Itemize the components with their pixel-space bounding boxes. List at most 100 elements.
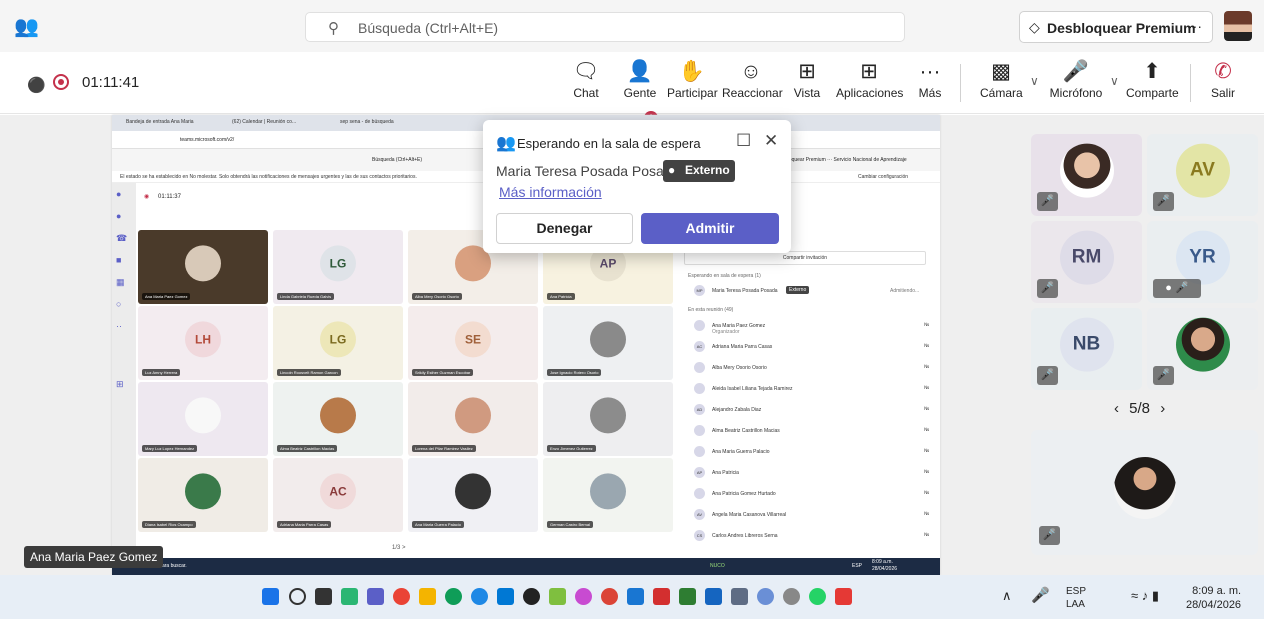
raise-hand-button[interactable]: ✋ Participar <box>667 58 718 100</box>
activity-icon: ● <box>116 189 122 199</box>
app-icon[interactable] <box>549 588 566 605</box>
next-page-icon[interactable]: › <box>1160 400 1165 417</box>
gallery-pager[interactable]: ‹ 5/8 › <box>1114 400 1165 417</box>
microphone-icon[interactable]: 🎤 <box>1031 586 1050 604</box>
shared-participant-tile: Diana Isabel Rios Ocampo <box>138 458 268 532</box>
notification-settings-icon[interactable]: ☐ <box>736 131 751 151</box>
chrome-icon[interactable] <box>393 588 410 605</box>
search-input[interactable]: ⚲ Búsqueda (Ctrl+Alt+E) <box>305 12 905 42</box>
participant-tile[interactable]: 🎤 <box>1031 134 1142 216</box>
clock-time: 8:09 a. m. <box>1192 585 1242 597</box>
settings-icon[interactable] <box>783 588 800 605</box>
mic-off-icon: № <box>924 511 930 517</box>
people-icon: 👤 <box>626 60 654 83</box>
participant-tile[interactable]: NB 🎤 <box>1031 308 1142 390</box>
teams-icon[interactable] <box>367 588 384 605</box>
file-explorer-icon[interactable] <box>419 588 436 605</box>
mic-button[interactable]: 🎤 Micrófono <box>1048 58 1104 100</box>
apps-button[interactable]: ⊞ Aplicaciones <box>836 58 903 100</box>
mic-off-icon: 🎤 <box>1062 60 1090 83</box>
browser-tab: (62) Calendar | Reunión co... <box>232 119 297 125</box>
app-icon[interactable] <box>575 588 592 605</box>
outlook-icon[interactable] <box>497 588 514 605</box>
acrobat-icon[interactable] <box>653 588 670 605</box>
shared-weather: NUCO <box>710 563 725 569</box>
clock-date: 28/04/2026 <box>1186 599 1242 611</box>
wifi-icon[interactable]: ≈ <box>1131 588 1138 603</box>
volume-icon[interactable]: ♪ <box>1142 588 1149 603</box>
app-icon[interactable] <box>835 588 852 605</box>
app-icon[interactable] <box>601 588 618 605</box>
in-meeting-header: En esta reunión (49) <box>688 307 734 313</box>
profile-avatar[interactable] <box>1224 11 1252 41</box>
widgets-icon[interactable] <box>341 588 358 605</box>
react-button[interactable]: ☺ Reaccionar <box>722 58 783 100</box>
shared-participant-tile: Enzo Jimenez Gutierrez <box>543 382 673 456</box>
mic-off-icon: № <box>924 343 930 349</box>
task-view-icon[interactable] <box>315 588 332 605</box>
participant-name-label: Lorena del Pilar Ramirez Vasilez <box>412 445 476 452</box>
participant-tile[interactable]: 🎤 <box>1147 308 1258 390</box>
toolbar-divider <box>960 64 961 102</box>
chat-button[interactable]: 🗨 Chat <box>568 58 604 100</box>
edge-icon[interactable] <box>471 588 488 605</box>
language-indicator[interactable]: ESP LAA <box>1066 585 1086 611</box>
more-options-icon[interactable]: ··· <box>1188 18 1202 34</box>
word-icon[interactable] <box>705 588 722 605</box>
participant-tile[interactable]: YR ● 🎤 <box>1147 221 1258 303</box>
participant-tile[interactable]: AV 🎤 <box>1147 134 1258 216</box>
search-icon[interactable] <box>289 588 306 605</box>
external-muted-icon: ● 🎤 <box>1153 279 1201 298</box>
participant-avatar <box>185 397 221 434</box>
more-icon: ··· <box>919 60 941 83</box>
camera-button[interactable]: ▩ Cámara <box>980 58 1023 100</box>
participant-avatar <box>455 397 491 434</box>
excel-icon[interactable] <box>679 588 696 605</box>
start-icon[interactable] <box>262 588 279 605</box>
admit-button[interactable]: Admitir <box>641 213 779 244</box>
participant-photo <box>1113 456 1176 519</box>
app-icon[interactable] <box>757 588 774 605</box>
view-button[interactable]: ⊞ Vista <box>790 58 824 100</box>
participant-name-label: German Castro Bernal <box>547 521 594 528</box>
participant-avatar: AC <box>320 473 356 510</box>
camera-label: Cámara <box>980 86 1023 100</box>
mic-off-icon: № <box>924 532 930 538</box>
tray-status-icons[interactable]: ≈ ♪ ▮ <box>1131 588 1159 604</box>
deny-button[interactable]: Denegar <box>496 213 633 244</box>
mic-off-icon: 🎤 <box>1153 366 1174 385</box>
participant-avatar <box>455 473 491 510</box>
shared-people-panel: Compartir invitación Esperando en sala d… <box>684 215 940 560</box>
self-view-tile[interactable]: 🎤 <box>1031 430 1258 555</box>
app-icon[interactable] <box>445 588 462 605</box>
external-badge: Externo <box>786 286 810 294</box>
more-button[interactable]: ··· Más <box>916 58 944 100</box>
camera-options-chevron-icon[interactable]: ∨ <box>1030 74 1039 88</box>
system-clock[interactable]: 8:09 a. m. 28/04/2026 <box>1186 584 1241 612</box>
teams-logo-icon[interactable]: 👥 <box>14 14 39 39</box>
participant-name: Angela Maria Casanova Villarreal <box>712 512 787 518</box>
language-code: ESP <box>1066 586 1087 597</box>
shield-icon: ⚫ <box>27 77 46 94</box>
unlock-premium-button[interactable]: ◇ Desbloquear Premium ··· <box>1019 11 1213 43</box>
app-icon[interactable] <box>523 588 540 605</box>
mic-off-icon: № <box>924 385 930 391</box>
more-info-link[interactable]: Más información <box>499 184 602 200</box>
whatsapp-icon[interactable] <box>809 588 826 605</box>
app-icon[interactable] <box>731 588 748 605</box>
shared-premium: Desbloquear Premium ··· Servicio Naciona… <box>776 157 907 163</box>
battery-icon[interactable]: ▮ <box>1152 588 1159 603</box>
mic-options-chevron-icon[interactable]: ∨ <box>1110 74 1119 88</box>
show-hidden-icons-chevron-icon[interactable]: ∧ <box>1002 588 1012 604</box>
people-button[interactable]: 👤 Gente <box>620 58 660 100</box>
app-icon[interactable] <box>627 588 644 605</box>
leave-button[interactable]: ✆ Salir <box>1206 58 1240 100</box>
avatar: CS <box>694 530 705 541</box>
close-icon[interactable]: ✕ <box>764 131 778 151</box>
share-invite-button: Compartir invitación <box>684 251 926 265</box>
previous-page-icon[interactable]: ‹ <box>1114 400 1119 417</box>
share-button[interactable]: ⬆ Comparte <box>1126 58 1179 100</box>
participant-name-label: Adriana Maria Parra Casas <box>277 521 332 528</box>
participant-avatar <box>185 473 221 510</box>
participant-tile[interactable]: RM 🎤 <box>1031 221 1142 303</box>
